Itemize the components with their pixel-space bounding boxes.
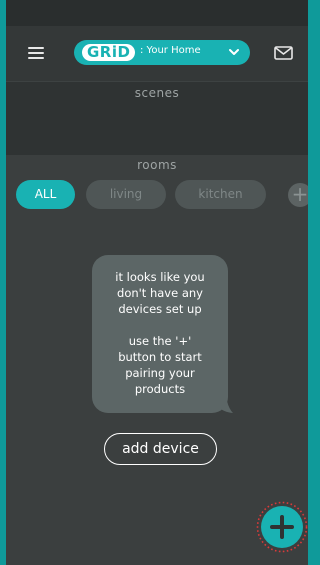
home-selector[interactable]: GRiD : Your Home <box>74 40 250 65</box>
add-fab-button[interactable] <box>256 501 308 553</box>
empty-state-line: button to start <box>118 350 202 364</box>
chevron-down-icon <box>229 49 239 55</box>
hamburger-menu-icon[interactable] <box>28 47 44 59</box>
status-bar <box>6 0 308 26</box>
empty-state-line: use the '+' <box>128 334 192 348</box>
scenes-title: scenes <box>134 86 180 100</box>
room-filter-bar: ALL living kitchen + <box>16 180 308 210</box>
grid-logo: GRiD <box>82 44 136 61</box>
empty-state-line: products <box>134 382 186 396</box>
mail-icon[interactable] <box>274 46 293 60</box>
empty-state-bubble: it looks like you don't have any devices… <box>92 255 228 413</box>
rooms-section: rooms ALL living kitchen + it looks like… <box>6 155 308 565</box>
empty-state-line: devices set up <box>118 302 202 316</box>
empty-state-line: don't have any <box>117 286 203 300</box>
add-device-button[interactable]: add device <box>104 433 217 465</box>
rooms-title: rooms <box>137 158 177 172</box>
room-chip-all[interactable]: ALL <box>16 180 75 209</box>
home-name: : Your Home <box>140 45 201 56</box>
add-room-button[interactable]: + <box>288 183 308 207</box>
app-frame: GRiD : Your Home scenes rooms ALL living… <box>6 0 308 565</box>
empty-state-line: pairing your <box>125 366 195 380</box>
empty-state-line: it looks like you <box>115 270 205 284</box>
room-chip-kitchen[interactable]: kitchen <box>175 180 266 209</box>
top-bar: GRiD : Your Home <box>6 26 308 81</box>
bubble-tail <box>219 401 233 413</box>
scenes-section: scenes <box>6 81 308 156</box>
room-chip-living[interactable]: living <box>86 180 166 209</box>
